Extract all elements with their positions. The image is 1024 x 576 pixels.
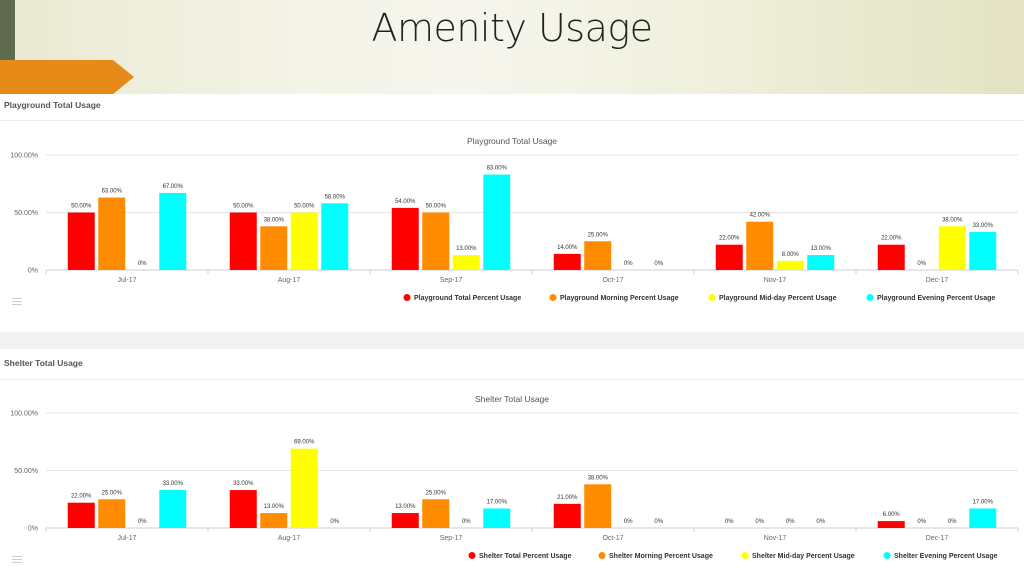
panel-gap xyxy=(0,332,1024,349)
slide-banner: Amenity Usage xyxy=(0,0,1024,94)
chart-menu-icon[interactable] xyxy=(12,298,22,306)
panel-header: Shelter Total Usage xyxy=(4,358,83,368)
playground-panel: Playground Total Usage xyxy=(0,94,1024,332)
panel-divider xyxy=(0,120,1024,121)
slide-title: Amenity Usage xyxy=(371,6,653,50)
chart-menu-icon[interactable] xyxy=(12,556,22,564)
shelter-panel: Shelter Total Usage xyxy=(0,349,1024,576)
banner-arrow-shape xyxy=(0,60,134,94)
panel-header: Playground Total Usage xyxy=(4,100,101,110)
panel-divider xyxy=(0,379,1024,380)
